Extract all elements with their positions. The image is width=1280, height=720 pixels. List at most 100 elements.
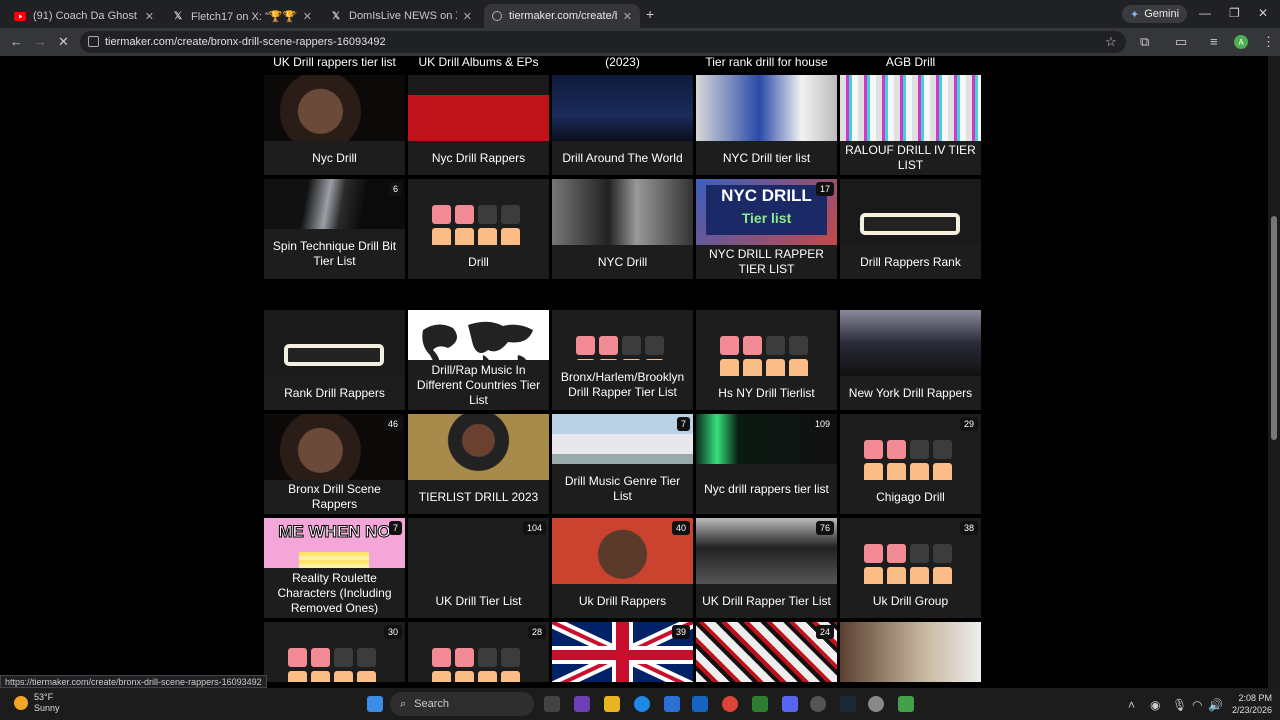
template-card[interactable]: 29 Chigago Drill — [840, 414, 981, 514]
edge-icon[interactable] — [634, 696, 650, 712]
restore-icon[interactable]: ❐ — [1229, 6, 1240, 20]
close-window-icon[interactable]: ✕ — [1258, 6, 1268, 20]
card-thumbnail[interactable] — [840, 179, 981, 245]
template-card[interactable]: Drill Rappers Rank — [840, 179, 981, 279]
card-title[interactable]: Uk Drill Rappers — [552, 584, 693, 618]
card-thumbnail[interactable]: ME WHEN NO — [264, 518, 405, 568]
card-thumbnail[interactable] — [408, 414, 549, 480]
card-title[interactable]: Rank Drill Rappers — [264, 376, 405, 410]
card-title[interactable]: NYC Drill tier list — [696, 141, 837, 175]
new-tab-icon[interactable]: + — [646, 6, 654, 22]
wifi-icon[interactable]: ◠ — [1192, 698, 1202, 712]
card-title[interactable]: Reality Roulette Characters (Including R… — [264, 568, 405, 618]
card-thumbnail[interactable] — [840, 310, 981, 376]
menu-icon[interactable]: ⋮ — [1262, 34, 1275, 50]
card-title[interactable]: Spin Technique Drill Bit Tier List — [264, 229, 405, 279]
template-card[interactable]: 28 — [408, 622, 549, 682]
app-icon[interactable] — [898, 696, 914, 712]
template-card-partial[interactable]: (2023) — [552, 56, 693, 68]
template-card[interactable]: ME WHEN NO 7 Reality Roulette Characters (… — [264, 518, 405, 618]
template-card-partial[interactable]: Tier rank drill for house — [696, 56, 837, 68]
template-card[interactable]: TIERLIST DRILL 2023 — [408, 414, 549, 514]
browser-tab-1[interactable]: (91) Coach Da Ghost - Hitlist Fr ✕ — [6, 4, 162, 28]
avatar[interactable]: A — [1234, 35, 1248, 49]
close-icon[interactable]: ✕ — [303, 10, 312, 23]
weather-widget[interactable]: 53°F Sunny — [14, 692, 60, 714]
template-card[interactable]: 40 Uk Drill Rappers — [552, 518, 693, 618]
template-card[interactable]: 109 Nyc drill rappers tier list — [696, 414, 837, 514]
cast-icon[interactable]: ▭ — [1175, 34, 1187, 50]
card-thumbnail[interactable] — [552, 75, 693, 141]
card-title[interactable]: Drill Around The World — [552, 141, 693, 175]
card-thumbnail[interactable] — [696, 310, 837, 376]
scrollbar-thumb[interactable] — [1271, 216, 1277, 440]
task-view-icon[interactable] — [544, 696, 560, 712]
card-title[interactable]: Chigago Drill — [840, 480, 981, 514]
minimize-icon[interactable]: — — [1199, 6, 1211, 20]
template-card[interactable]: 30 — [264, 622, 405, 682]
card-title[interactable]: Nyc Drill Rappers — [408, 141, 549, 175]
template-card[interactable]: NYC DRILL Tier list 17 NYC DRILL RAPPER TIE… — [696, 179, 837, 279]
browser-tab-2[interactable]: 𝕏 Fletch17 on X: "🏆🏆🏆🏆🏆 I g ✕ — [164, 4, 320, 28]
extensions-icon[interactable]: ⧉ — [1140, 34, 1149, 50]
app-icon[interactable] — [868, 696, 884, 712]
template-card[interactable]: New York Drill Rappers — [840, 310, 981, 410]
template-card[interactable] — [840, 622, 981, 682]
template-card[interactable]: Drill/Rap Music In Different Countries T… — [408, 310, 549, 410]
tray-icon[interactable]: ◉ — [1150, 698, 1160, 712]
card-title[interactable]: UK Drill Tier List — [408, 584, 549, 618]
card-title[interactable]: Nyc drill rappers tier list — [696, 464, 837, 514]
reload-icon[interactable]: ✕ — [58, 34, 69, 50]
card-title[interactable]: UK Drill Rapper Tier List — [696, 584, 837, 618]
taskbar-search[interactable]: ⌕ Search — [390, 692, 534, 716]
template-card[interactable]: 24 — [696, 622, 837, 682]
template-card[interactable]: Drill — [408, 179, 549, 279]
address-bar[interactable]: tiermaker.com/create/bronx-drill-scene-r… — [80, 31, 1126, 53]
card-thumbnail[interactable] — [840, 622, 981, 682]
app-icon[interactable] — [810, 696, 826, 712]
template-card[interactable]: RALOUF DRILL IV TIER LIST — [840, 75, 981, 175]
template-card[interactable]: Nyc Drill — [264, 75, 405, 175]
card-thumbnail[interactable] — [264, 179, 405, 229]
card-title[interactable]: Drill/Rap Music In Different Countries T… — [408, 360, 549, 410]
card-thumbnail[interactable] — [264, 75, 405, 141]
card-title[interactable]: NYC Drill — [552, 245, 693, 279]
close-icon[interactable]: ✕ — [463, 10, 472, 23]
site-info-icon[interactable] — [88, 36, 99, 47]
card-title[interactable]: NYC DRILL RAPPER TIER LIST — [696, 245, 837, 279]
card-title[interactable]: Drill Rappers Rank — [840, 245, 981, 279]
file-explorer-icon[interactable] — [604, 696, 620, 712]
gemini-button[interactable]: ✦ Gemini — [1122, 5, 1188, 23]
steam-icon[interactable] — [840, 696, 856, 712]
template-card[interactable]: 46 Bronx Drill Scene Rappers — [264, 414, 405, 514]
template-card[interactable]: 6 Spin Technique Drill Bit Tier List — [264, 179, 405, 279]
card-thumbnail[interactable] — [408, 310, 549, 360]
store-icon[interactable] — [664, 696, 680, 712]
card-title[interactable]: Drill Music Genre Tier List — [552, 464, 693, 514]
card-title[interactable]: Bronx/Harlem/Brooklyn Drill Rapper Tier … — [552, 360, 693, 410]
windows-start-icon[interactable] — [367, 696, 383, 712]
card-thumbnail[interactable] — [840, 75, 981, 141]
template-card[interactable]: Bronx/Harlem/Brooklyn Drill Rapper Tier … — [552, 310, 693, 410]
template-card[interactable]: NYC Drill tier list — [696, 75, 837, 175]
close-icon[interactable]: ✕ — [145, 10, 154, 23]
browser-tab-3[interactable]: 𝕏 DomIsLive NEWS on X: "Philly I ✕ — [322, 4, 480, 28]
volume-icon[interactable]: 🔊 — [1208, 698, 1223, 712]
card-thumbnail[interactable] — [552, 310, 693, 360]
card-thumbnail[interactable] — [696, 75, 837, 141]
card-title[interactable]: TIERLIST DRILL 2023 — [408, 480, 549, 514]
template-card[interactable]: Drill Around The World — [552, 75, 693, 175]
template-card-partial[interactable]: UK Drill Albums & EPs — [408, 56, 549, 68]
template-card[interactable]: Hs NY Drill Tierlist — [696, 310, 837, 410]
card-thumbnail[interactable] — [552, 414, 693, 464]
mail-icon[interactable] — [692, 696, 708, 712]
card-title[interactable]: Drill — [408, 245, 549, 279]
bookmark-star-icon[interactable]: ☆ — [1105, 34, 1117, 50]
template-card[interactable]: Rank Drill Rappers — [264, 310, 405, 410]
chevron-up-icon[interactable]: ˄ — [1128, 698, 1135, 712]
back-icon[interactable]: ← — [10, 34, 23, 49]
media-icon[interactable]: ≡ — [1210, 34, 1218, 49]
card-title[interactable]: Nyc Drill — [264, 141, 405, 175]
card-title[interactable]: Uk Drill Group — [840, 584, 981, 618]
template-card[interactable]: 38 Uk Drill Group — [840, 518, 981, 618]
